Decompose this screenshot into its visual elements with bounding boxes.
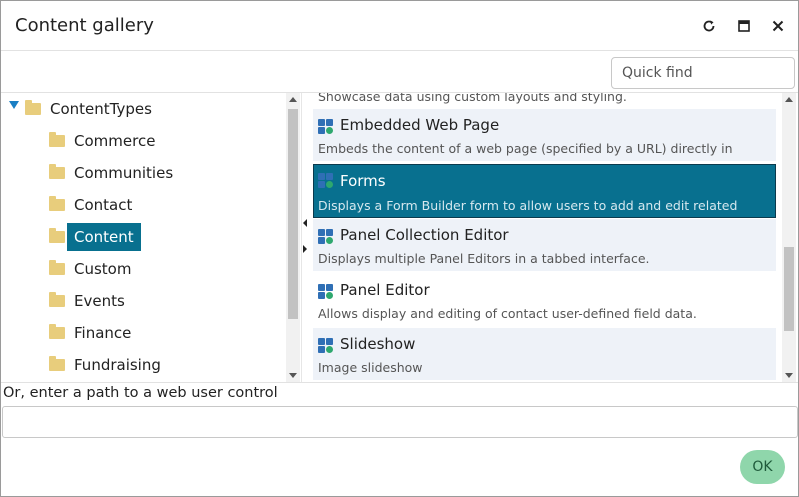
tree-scrollbar-thumb[interactable] <box>288 109 298 319</box>
quick-find-input[interactable] <box>611 57 795 89</box>
tree-item-content[interactable]: Content <box>49 223 141 251</box>
tree-root-label: ContentTypes <box>50 100 152 118</box>
web-user-control-path-input[interactable] <box>2 406 798 438</box>
list-item-desc: Displays a Form Builder form to allow us… <box>318 198 738 213</box>
list-item-title: Slideshow <box>340 335 416 353</box>
dialog-title: Content gallery <box>15 15 154 36</box>
folder-icon <box>49 132 65 147</box>
content-item-list: Showcase data using custom layouts and s… <box>309 93 783 382</box>
list-scrollbar[interactable] <box>782 93 796 382</box>
collapse-left-icon[interactable] <box>303 219 307 227</box>
content-type-icon <box>318 173 334 189</box>
folder-icon <box>49 292 65 307</box>
list-item-title: Forms <box>340 172 386 190</box>
list-item-forms[interactable]: Forms Displays a Form Builder form to al… <box>313 164 776 218</box>
tree-item-events[interactable]: Events <box>49 289 125 313</box>
content-type-icon <box>318 229 334 245</box>
content-type-icon <box>318 338 334 354</box>
list-item-title: Embedded Web Page <box>340 116 500 134</box>
tree-scrollbar[interactable] <box>286 93 300 382</box>
category-tree: ContentTypes Commerce Communities Contac… <box>1 93 301 382</box>
folder-icon <box>49 196 65 211</box>
close-icon[interactable] <box>767 15 789 37</box>
list-item-embedded-web-page[interactable]: Embedded Web Page Embeds the content of … <box>313 109 776 161</box>
list-scrollbar-thumb[interactable] <box>784 247 794 331</box>
divider <box>1 382 798 383</box>
tree-item-label: Contact <box>74 196 133 214</box>
refresh-icon[interactable] <box>698 15 720 37</box>
ok-button[interactable]: OK <box>740 450 785 484</box>
tree-item-label: Custom <box>74 260 132 278</box>
list-item-panel-collection-editor[interactable]: Panel Collection Editor Displays multipl… <box>313 219 776 271</box>
list-item-desc: Allows display and editing of contact us… <box>318 306 697 321</box>
list-item-title: Panel Collection Editor <box>340 226 509 244</box>
list-item-title: Panel Editor <box>340 281 430 299</box>
list-item-desc: Embeds the content of a web page (specif… <box>318 141 733 156</box>
tree-root-contenttypes[interactable]: ContentTypes <box>7 97 152 121</box>
tree-item-communities[interactable]: Communities <box>49 161 173 185</box>
folder-icon <box>49 324 65 339</box>
tree-item-label: Finance <box>74 324 132 342</box>
content-type-icon <box>318 284 334 300</box>
folder-icon <box>25 100 41 115</box>
folder-icon <box>49 228 65 243</box>
tree-item-finance[interactable]: Finance <box>49 321 131 345</box>
expand-arrow-icon[interactable] <box>9 101 19 109</box>
list-item-desc: Image slideshow <box>318 360 423 375</box>
scroll-up-arrow-icon[interactable] <box>289 97 297 102</box>
list-item-desc: Displays multiple Panel Editors in a tab… <box>318 251 650 266</box>
pane-splitter[interactable] <box>301 93 308 382</box>
tree-item-label: Commerce <box>74 132 156 150</box>
folder-icon <box>49 356 65 371</box>
tree-item-custom[interactable]: Custom <box>49 257 131 281</box>
folder-icon <box>49 164 65 179</box>
tree-item-label: Fundraising <box>74 356 161 374</box>
scroll-down-arrow-icon[interactable] <box>785 373 793 378</box>
tree-item-label-selected: Content <box>67 223 141 251</box>
tree-item-label: Communities <box>74 164 174 182</box>
title-bar: Content gallery <box>1 1 798 51</box>
tree-item-commerce[interactable]: Commerce <box>49 129 155 153</box>
tree-item-label: Events <box>74 292 125 310</box>
list-item-desc-partial: Showcase data using custom layouts and s… <box>318 93 627 104</box>
maximize-icon[interactable] <box>733 15 755 37</box>
scroll-down-arrow-icon[interactable] <box>289 373 297 378</box>
list-item-panel-editor[interactable]: Panel Editor Allows display and editing … <box>313 274 776 326</box>
folder-icon <box>49 260 65 275</box>
content-gallery-dialog: Content gallery ContentTypes Commerce Co… <box>0 0 799 497</box>
path-label: Or, enter a path to a web user control <box>3 385 278 401</box>
search-bar <box>1 52 798 93</box>
tree-item-fundraising[interactable]: Fundraising <box>49 353 161 377</box>
scroll-up-arrow-icon[interactable] <box>785 97 793 102</box>
tree-item-contact[interactable]: Contact <box>49 193 132 217</box>
list-item-slideshow[interactable]: Slideshow Image slideshow <box>313 328 776 380</box>
content-type-icon <box>318 119 334 135</box>
expand-right-icon[interactable] <box>303 245 307 253</box>
